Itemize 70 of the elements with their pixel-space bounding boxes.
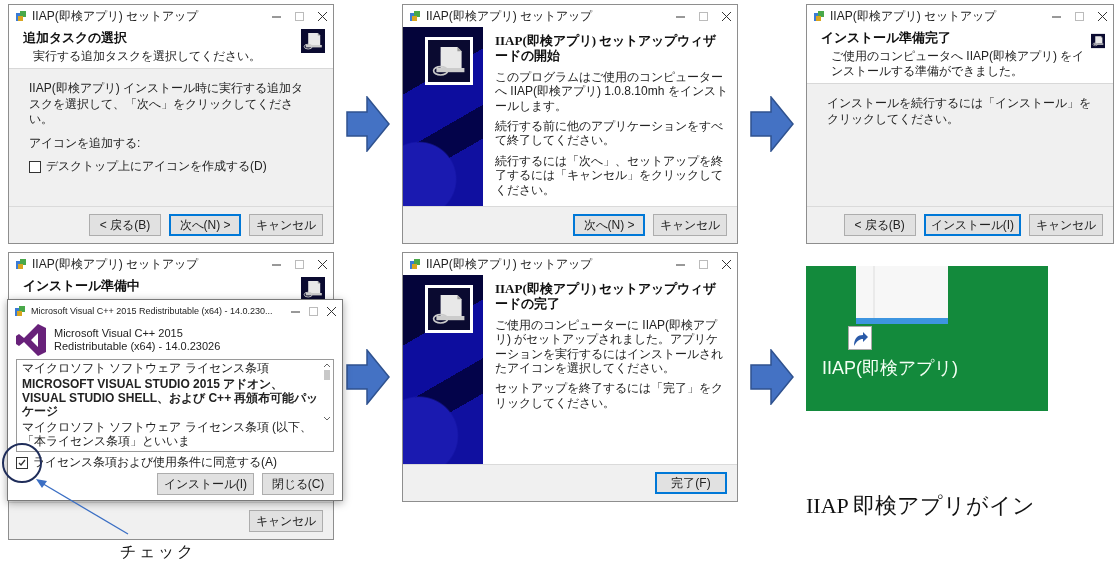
window-title: IIAP(即検アプリ) セットアップ <box>426 255 592 273</box>
caption-text: IIAP 即検アプリがイン <box>806 492 1037 520</box>
page-heading: 追加タスクの選択 <box>23 29 128 47</box>
close-icon[interactable] <box>722 11 731 21</box>
page-heading: インストール準備完了 <box>821 29 952 47</box>
dialog-button[interactable]: < 戻る(B) <box>89 214 161 236</box>
window-title: IIAP(即検アプリ) セットアップ <box>830 7 996 25</box>
close-icon[interactable] <box>327 306 336 316</box>
wizard-text: セットアップを終了するには「完了」をクリックしてください。 <box>495 381 724 411</box>
checkbox[interactable] <box>29 161 41 174</box>
right-arrow-icon <box>750 96 794 152</box>
license-title: MICROSOFT VISUAL STUDIO 2015 アドオン、VISUAL STUDIO SHELL、および C++ 再頒布可能パッケージ <box>22 377 320 420</box>
installer-icon <box>409 258 421 270</box>
maximize-icon[interactable] <box>295 259 304 269</box>
instruction-text: IIAP(即検アプリ) インストール時に実行する追加タスクを選択して、「次へ」をクリックしてください。 <box>29 81 304 128</box>
checkbox[interactable] <box>16 456 28 469</box>
scrollbar[interactable] <box>323 362 331 422</box>
license-heading: マイクロソフト ソフトウェア ライセンス条項 <box>22 362 270 376</box>
wizard-heading: IIAP(即検アプリ) セットアップウィザードの開始 <box>495 34 718 64</box>
maximize-icon[interactable] <box>1075 11 1084 21</box>
wizard-text: ご使用のコンピューターに IIAP(即検アプリ) がセットアップされました。アプリケーションを実行するにはインストールされたアイコンを選択してください。 <box>495 317 724 376</box>
window-title: Microsoft Visual C++ 2015 Redistributable (x64) - 14.0.230... <box>31 306 273 316</box>
page-subheading: ご使用のコンピュータへ IIAP(即検アプリ) をインストールする準備ができました。 <box>830 49 1086 79</box>
close-icon[interactable] <box>722 259 731 269</box>
window-title: IIAP(即検アプリ) セットアップ <box>32 255 198 273</box>
installer-icon <box>15 10 27 22</box>
page-heading: インストール準備中 <box>23 277 140 295</box>
maximize-icon[interactable] <box>309 306 318 316</box>
instruction-text: インストールを続行するには「インストール」をクリックしてください。 <box>827 96 1092 128</box>
window-title: IIAP(即検アプリ) セットアップ <box>426 7 592 25</box>
dialog-button[interactable]: 完了(F) <box>655 472 727 494</box>
right-arrow-icon <box>346 349 390 405</box>
computer-icon <box>428 288 470 330</box>
page-subheading: 実行する追加タスクを選択してください。 <box>32 49 261 64</box>
dialog-button[interactable]: 次へ(N) > <box>573 214 645 236</box>
installer-icon <box>15 258 27 270</box>
installer-icon <box>813 10 825 22</box>
dialog-button[interactable]: キャンセル <box>1029 214 1103 236</box>
callout-label: チェック <box>120 542 197 561</box>
dialog-button[interactable]: 次へ(N) > <box>169 214 241 236</box>
window-title: IIAP(即検アプリ) セットアップ <box>32 7 198 25</box>
checkbox-label[interactable]: デスクトップ上にアイコンを作成する(D) <box>46 159 267 175</box>
dialog-button[interactable]: < 戻る(B) <box>843 214 916 236</box>
wizard-text: 続行するには「次へ」、セットアップを終了するには「キャンセル」をクリックしてください。 <box>495 153 724 197</box>
right-arrow-icon <box>346 96 390 152</box>
license-text: マイクロソフト ソフトウェア ライセンス条項 (以下、「本ライセンス条項」といいま <box>22 421 313 449</box>
section-label: アイコンを追加する: <box>29 135 142 152</box>
dialog-button[interactable]: キャンセル <box>249 510 323 532</box>
computer-icon <box>428 40 470 82</box>
right-arrow-icon <box>750 349 794 405</box>
installer-icon <box>14 305 26 317</box>
maximize-icon[interactable] <box>295 11 304 21</box>
shortcut-label[interactable]: IIAP(即検アプリ) <box>822 356 958 380</box>
wizard-heading: IIAP(即検アプリ) セットアップウィザードの完了 <box>495 282 718 312</box>
close-icon[interactable] <box>318 259 327 269</box>
installer-icon <box>409 10 421 22</box>
dialog-button[interactable]: インストール(I) <box>156 473 254 496</box>
wizard-text: このプログラムはご使用のコンピューターへ IIAP(即検アプリ) 1.0.8.10mh をインストールします。 <box>495 69 729 114</box>
dialog-button[interactable]: キャンセル <box>653 214 727 236</box>
product-title: Microsoft Visual C++ 2015 <box>54 327 184 340</box>
dialog-button[interactable]: 閉じる(C) <box>262 473 334 496</box>
ribbon-logo-icon <box>16 324 46 356</box>
maximize-icon[interactable] <box>699 11 708 21</box>
wizard-text: 続行する前に他のアプリケーションをすべて終了してください。 <box>495 119 724 148</box>
dialog-button[interactable]: インストール(I) <box>923 214 1021 236</box>
product-title: Redistributable (x64) - 14.0.23026 <box>54 340 221 353</box>
close-icon[interactable] <box>1098 11 1107 21</box>
maximize-icon[interactable] <box>699 259 708 269</box>
close-icon[interactable] <box>318 11 327 21</box>
dialog-button[interactable]: キャンセル <box>249 214 323 236</box>
